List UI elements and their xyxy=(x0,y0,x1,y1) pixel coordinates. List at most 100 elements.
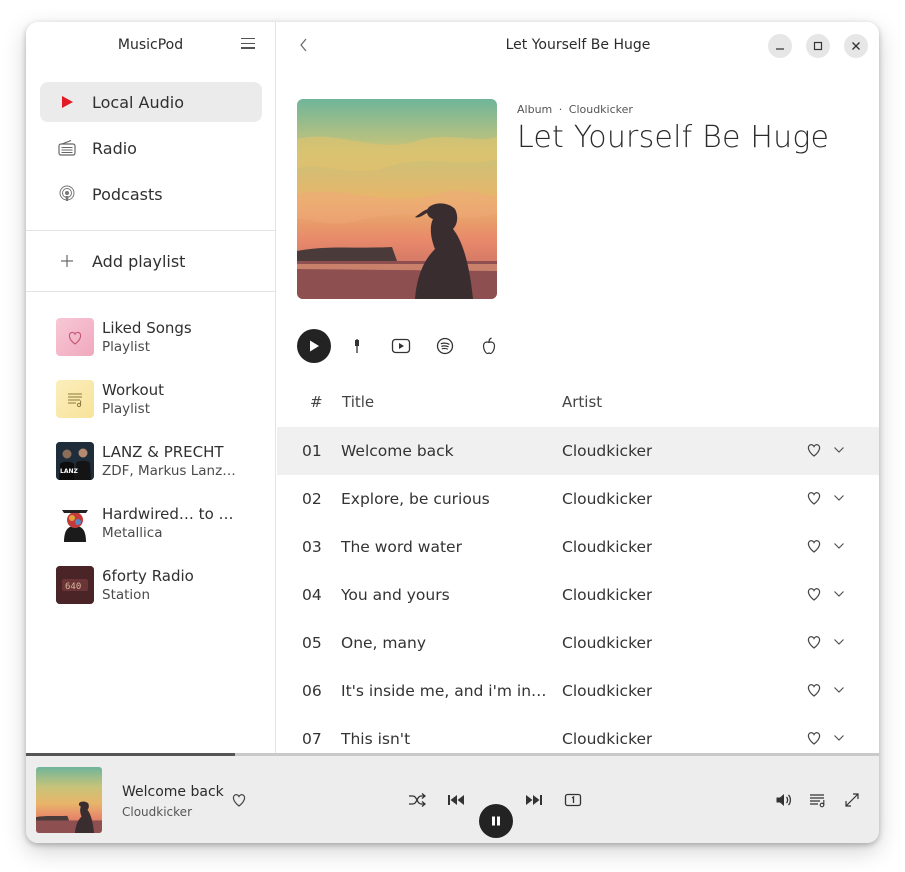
sidebar-header: MusicPod xyxy=(26,22,275,68)
add-playlist-button[interactable]: Add playlist xyxy=(40,241,262,281)
player-bar: Welcome back Cloudkicker xyxy=(26,756,879,843)
volume-icon[interactable] xyxy=(774,790,794,810)
column-header-artist[interactable]: Artist xyxy=(562,393,602,411)
app-window: MusicPod Local Audio Radio Podcasts Add … xyxy=(26,22,879,843)
add-playlist-label: Add playlist xyxy=(92,251,186,271)
track-row[interactable]: 02 Explore, be curious Cloudkicker xyxy=(277,475,879,523)
play-album-button[interactable] xyxy=(297,329,331,363)
heart-icon[interactable] xyxy=(806,682,822,698)
nav-label: Local Audio xyxy=(92,92,185,112)
chevron-down-icon[interactable] xyxy=(833,492,845,504)
fullscreen-icon[interactable] xyxy=(842,790,862,810)
now-playing-title[interactable]: Welcome back xyxy=(122,784,224,800)
track-artist[interactable]: Cloudkicker xyxy=(562,730,652,748)
pause-button[interactable] xyxy=(479,804,513,838)
album-cover-image xyxy=(56,504,94,542)
heart-icon[interactable] xyxy=(806,442,822,458)
chevron-down-icon[interactable] xyxy=(833,540,845,552)
playlist-subtitle: Playlist xyxy=(102,401,150,417)
youtube-icon[interactable] xyxy=(391,336,411,356)
track-number: 01 xyxy=(302,442,322,460)
track-title: This isn't xyxy=(341,730,411,748)
track-row[interactable]: 03 The word water Cloudkicker xyxy=(277,523,879,571)
chevron-down-icon[interactable] xyxy=(833,636,845,648)
playlist-item-workout[interactable]: Workout Playlist xyxy=(56,379,256,419)
column-header-number[interactable]: # xyxy=(310,393,323,411)
playlist-name: LANZ & PRECHT xyxy=(102,443,224,461)
track-row[interactable]: 06 It's inside me, and i'm inside it Clo… xyxy=(277,667,879,715)
pin-icon[interactable] xyxy=(347,336,367,356)
playlist-item-liked-songs[interactable]: Liked Songs Playlist xyxy=(56,317,256,357)
heart-icon[interactable] xyxy=(806,538,822,554)
nav-item-local-audio[interactable]: Local Audio xyxy=(40,82,262,122)
skip-previous-icon[interactable] xyxy=(446,790,466,810)
maximize-icon xyxy=(813,41,823,51)
heart-icon[interactable] xyxy=(806,586,822,602)
chevron-down-icon[interactable] xyxy=(833,684,845,696)
album-cover-image xyxy=(297,99,497,299)
track-title: Welcome back xyxy=(341,442,454,460)
track-artist[interactable]: Cloudkicker xyxy=(562,634,652,652)
playlist-thumb xyxy=(56,318,94,356)
repeat-one-icon[interactable] xyxy=(563,790,583,810)
nav-item-radio[interactable]: Radio xyxy=(40,128,262,168)
heart-icon[interactable] xyxy=(806,730,822,746)
queue-icon[interactable] xyxy=(808,790,828,810)
album-artist-link[interactable]: Cloudkicker xyxy=(569,103,633,116)
meta-separator: · xyxy=(558,103,563,116)
minimize-button[interactable] xyxy=(768,34,792,58)
playlist-name: 6forty Radio xyxy=(102,567,194,585)
close-icon xyxy=(852,42,860,50)
playlist-subtitle: ZDF, Markus Lanz & Richard David Precht xyxy=(102,463,236,479)
playlist-icon xyxy=(68,393,82,408)
close-button[interactable] xyxy=(844,34,868,58)
track-artist[interactable]: Cloudkicker xyxy=(562,682,652,700)
track-artist[interactable]: Cloudkicker xyxy=(562,586,652,604)
chevron-down-icon[interactable] xyxy=(833,588,845,600)
maximize-button[interactable] xyxy=(806,34,830,58)
nav-label: Radio xyxy=(92,138,137,158)
track-title: The word water xyxy=(341,538,462,556)
track-title: Explore, be curious xyxy=(341,490,490,508)
plus-icon xyxy=(58,252,76,270)
spotify-icon[interactable] xyxy=(435,336,455,356)
album-title: Let Yourself Be Huge xyxy=(517,120,830,155)
track-row[interactable]: 04 You and yours Cloudkicker xyxy=(277,571,879,619)
playlist-item-6forty-radio[interactable]: 640 6forty Radio Station xyxy=(56,565,256,605)
app-title: MusicPod xyxy=(117,37,184,53)
nav-item-podcasts[interactable]: Podcasts xyxy=(40,174,262,214)
album-meta: Album · Cloudkicker xyxy=(517,103,633,116)
heart-icon[interactable] xyxy=(806,634,822,650)
track-title: It's inside me, and i'm inside it xyxy=(341,682,553,700)
chevron-down-icon[interactable] xyxy=(833,732,845,744)
heart-icon[interactable] xyxy=(229,790,249,810)
track-artist[interactable]: Cloudkicker xyxy=(562,442,652,460)
now-playing-cover[interactable] xyxy=(36,767,102,833)
heart-icon[interactable] xyxy=(806,490,822,506)
playlist-item-lanz-precht[interactable]: LANZ LANZ & PRECHT ZDF, Markus Lanz & Ri… xyxy=(56,441,256,481)
column-header-title[interactable]: Title xyxy=(342,393,374,411)
track-artist[interactable]: Cloudkicker xyxy=(562,538,652,556)
playlist-name: Workout xyxy=(102,381,165,399)
track-number: 03 xyxy=(302,538,322,556)
hamburger-menu-icon[interactable] xyxy=(241,38,255,50)
pause-icon xyxy=(492,816,500,826)
table-header: # Title Artist xyxy=(277,390,879,426)
track-row[interactable]: 01 Welcome back Cloudkicker xyxy=(277,427,879,475)
minimize-icon xyxy=(776,48,784,50)
now-playing-artist[interactable]: Cloudkicker xyxy=(122,805,192,819)
album-type-label: Album xyxy=(517,103,553,116)
track-row[interactable]: 05 One, many Cloudkicker xyxy=(277,619,879,667)
track-number: 02 xyxy=(302,490,322,508)
playlist-item-hardwired[interactable]: Hardwired… to Self-Destruct Metallica xyxy=(56,503,256,543)
apple-icon[interactable] xyxy=(479,336,499,356)
skip-next-icon[interactable] xyxy=(524,790,544,810)
playlist-subtitle: Station xyxy=(102,587,150,603)
track-artist[interactable]: Cloudkicker xyxy=(562,490,652,508)
radio-icon xyxy=(58,139,76,157)
playlist-subtitle: Metallica xyxy=(102,525,163,541)
chevron-down-icon[interactable] xyxy=(833,444,845,456)
shuffle-icon[interactable] xyxy=(407,790,427,810)
track-number: 05 xyxy=(302,634,322,652)
track-row[interactable]: 07 This isn't Cloudkicker xyxy=(277,715,879,753)
